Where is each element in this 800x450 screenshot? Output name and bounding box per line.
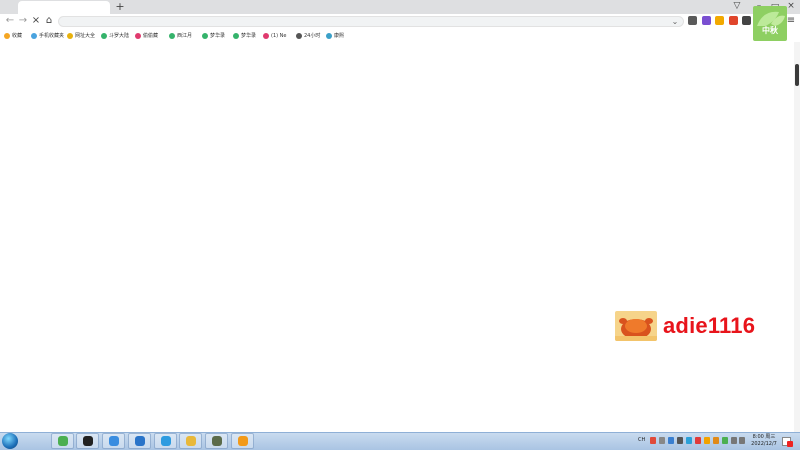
bookmark-icon <box>202 33 208 39</box>
input-language[interactable]: CH <box>638 436 645 444</box>
taskbar-app-feather[interactable] <box>128 433 151 449</box>
bookmark-icon <box>263 33 269 39</box>
bookmark-icon <box>233 33 239 39</box>
watermark-text: adie1116 <box>663 313 756 338</box>
extension-icon[interactable] <box>702 16 711 25</box>
start-button[interactable] <box>2 433 18 449</box>
bookmark-item[interactable]: 手机收藏夹 <box>31 31 64 41</box>
new-tab-button[interactable]: + <box>114 0 126 14</box>
bookmark-item[interactable]: (1) Ne <box>263 31 287 41</box>
chevron-down-icon[interactable]: ⌄ <box>670 16 680 27</box>
scrollbar-thumb[interactable] <box>795 64 799 86</box>
bookmark-label: 西江月 <box>177 33 193 39</box>
help-icon <box>237 436 248 446</box>
bookmark-label: 斗罗大陆 <box>109 33 130 39</box>
bookmark-label: 梦华录 <box>241 33 257 39</box>
tray-icon[interactable] <box>713 437 719 444</box>
fox-icon[interactable] <box>729 16 738 25</box>
forward-button[interactable]: → <box>17 15 29 27</box>
bookmark-label: (1) Ne <box>271 33 287 39</box>
taskbar-app-chat[interactable] <box>154 433 177 449</box>
bookmark-label: 网址大全 <box>75 33 96 39</box>
bookmark-item[interactable]: 收藏 <box>4 31 22 41</box>
bookmark-label: 24小时 <box>304 33 321 39</box>
chat-icon <box>160 436 171 446</box>
tab-active[interactable] <box>18 1 110 14</box>
bookmark-icon <box>296 33 302 39</box>
bookmark-icon <box>67 33 73 39</box>
notification-badge <box>787 441 793 447</box>
home-button[interactable]: ⌂ <box>43 15 55 27</box>
bookmark-icon <box>169 33 175 39</box>
tray-icon[interactable] <box>704 437 710 444</box>
taskbar-app-glasses[interactable] <box>179 433 202 449</box>
grid-icon[interactable] <box>742 16 751 25</box>
back-button[interactable]: ← <box>4 15 16 27</box>
page-content <box>0 42 794 432</box>
tray-icon[interactable] <box>650 437 656 444</box>
shield-icon[interactable]: ▽ <box>730 0 744 12</box>
media-icon <box>82 436 93 446</box>
bookmark-item[interactable]: 梦华录 <box>233 31 256 41</box>
tray-icon[interactable] <box>659 437 665 444</box>
tray-icon[interactable] <box>695 437 701 444</box>
taskbar-app-cloud[interactable] <box>102 433 125 449</box>
taskbar-app-browser[interactable] <box>51 433 74 449</box>
bookmark-item[interactable]: 斗罗大陆 <box>101 31 129 41</box>
bookmark-label: 收藏 <box>12 33 23 39</box>
taskbar-app-help[interactable] <box>231 433 254 449</box>
bookmark-item[interactable]: 康熙 <box>326 31 344 41</box>
tray-icon[interactable] <box>686 437 692 444</box>
taskbar-app-media[interactable] <box>76 433 99 449</box>
clock[interactable]: 8:00 周三 2022/12/7 <box>749 434 779 448</box>
clock-date: 2022/12/7 <box>751 441 777 447</box>
bookmark-item[interactable]: 西江月 <box>169 31 192 41</box>
bookmark-icon <box>4 33 10 39</box>
shield-extension-icon[interactable] <box>715 16 724 25</box>
bookmark-icon <box>31 33 37 39</box>
volume-icon[interactable] <box>739 437 745 444</box>
avatar[interactable]: 中秋 <box>753 6 787 41</box>
scissors-icon[interactable] <box>688 16 697 25</box>
scrollbar-track[interactable] <box>794 42 800 432</box>
clock-time: 8:00 周三 <box>752 434 776 440</box>
bookmark-item[interactable]: 24小时 <box>296 31 320 41</box>
glasses-icon <box>185 436 196 446</box>
cloud-icon <box>108 436 119 446</box>
bookmark-icon <box>326 33 332 39</box>
tray-icon[interactable] <box>722 437 728 444</box>
stop-button[interactable]: × <box>30 15 42 27</box>
taskbar-app-robot[interactable] <box>205 433 228 449</box>
address-bar[interactable] <box>58 16 684 27</box>
bookmark-label: 手机收藏夹 <box>39 33 65 39</box>
bookmark-item[interactable]: 网址大全 <box>67 31 95 41</box>
network-icon[interactable] <box>731 437 737 444</box>
browser-icon <box>57 436 68 446</box>
bookmark-item[interactable]: 偷偷藏 <box>135 31 158 41</box>
bookmark-label: 偷偷藏 <box>143 33 159 39</box>
avatar-label: 中秋 <box>762 26 778 35</box>
tray-icon[interactable] <box>668 437 674 444</box>
bookmark-label: 康熙 <box>334 33 345 39</box>
bookmark-item[interactable]: 梦华录 <box>202 31 225 41</box>
bookmark-icon <box>101 33 107 39</box>
feather-icon <box>134 436 145 446</box>
tray-icon[interactable] <box>677 437 683 444</box>
robot-icon <box>211 436 222 446</box>
watermark-image <box>615 311 657 341</box>
bookmark-icon <box>135 33 141 39</box>
bookmark-label: 梦华录 <box>210 33 226 39</box>
